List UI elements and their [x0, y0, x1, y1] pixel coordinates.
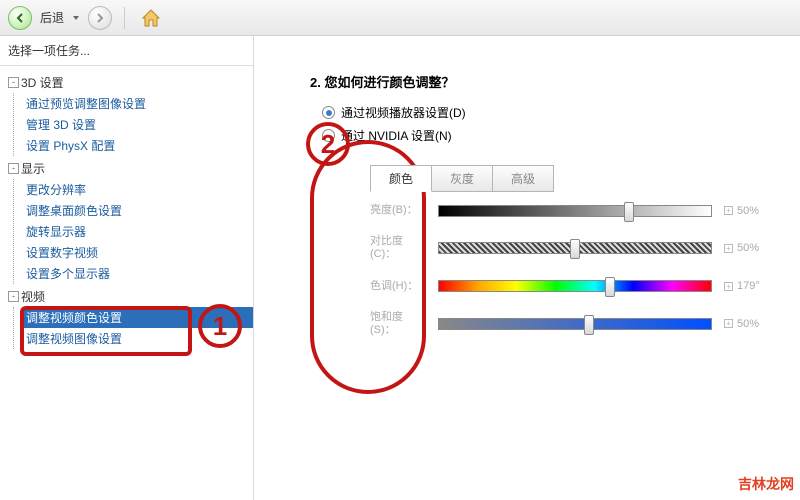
home-button[interactable] — [137, 4, 165, 32]
slider-value: +50% — [724, 205, 780, 217]
tree-group-header[interactable]: -显示 — [4, 158, 253, 179]
tree-item[interactable]: 设置数字视频 — [22, 242, 253, 263]
radio-option[interactable]: 通过 NVIDIA 设置(N) — [310, 124, 780, 147]
dropdown-icon[interactable] — [72, 14, 80, 22]
slider-label: 色调(H)： — [370, 280, 426, 293]
tree-item[interactable]: 通过预览调整图像设置 — [22, 93, 253, 114]
plus-icon: + — [724, 244, 733, 253]
collapse-icon[interactable]: - — [8, 163, 19, 174]
slider-track[interactable] — [438, 205, 712, 217]
radio-label: 通过 NVIDIA 设置(N) — [341, 127, 452, 144]
plus-icon: + — [724, 282, 733, 291]
slider-row: 饱和度(S)： +50% — [370, 311, 780, 337]
slider-label: 对比度(C)： — [370, 235, 426, 261]
radio-label: 通过视频播放器设置(D) — [341, 104, 466, 121]
slider-track[interactable] — [438, 280, 712, 292]
watermark: 吉林龙网 — [738, 474, 794, 494]
slider-track[interactable] — [438, 318, 712, 330]
slider-value: +179° — [724, 280, 780, 292]
slider-thumb[interactable] — [624, 202, 634, 222]
tree-group-label: 视频 — [21, 288, 45, 305]
tree-group-header[interactable]: -视频 — [4, 286, 253, 307]
toolbar: 后退 — [0, 0, 800, 36]
tree-item[interactable]: 管理 3D 设置 — [22, 114, 253, 135]
slider-row: 对比度(C)： +50% — [370, 235, 780, 261]
slider-thumb[interactable] — [570, 239, 580, 259]
plus-icon: + — [724, 206, 733, 215]
back-button[interactable] — [8, 6, 32, 30]
slider-value: +50% — [724, 242, 780, 254]
content-pane: 2. 您如何进行颜色调整？ 通过视频播放器设置(D) 通过 NVIDIA 设置(N… — [254, 36, 800, 500]
tree-item[interactable]: 旋转显示器 — [22, 221, 253, 242]
radio-icon — [322, 106, 335, 119]
tree-group-label: 3D 设置 — [21, 74, 64, 91]
tree-item[interactable]: 调整视频颜色设置 — [22, 307, 253, 328]
collapse-icon[interactable]: - — [8, 291, 19, 302]
radio-icon — [322, 129, 335, 142]
sidebar: 选择一项任务... -3D 设置通过预览调整图像设置管理 3D 设置设置 Phy… — [0, 36, 254, 500]
nav-tree: -3D 设置通过预览调整图像设置管理 3D 设置设置 PhysX 配置-显示更改… — [0, 66, 253, 357]
tree-group-header[interactable]: -3D 设置 — [4, 72, 253, 93]
collapse-icon[interactable]: - — [8, 77, 19, 88]
tabs: 颜色灰度高级 — [370, 165, 780, 192]
tree-group-label: 显示 — [21, 160, 45, 177]
back-label: 后退 — [40, 9, 64, 26]
tree-item[interactable]: 调整桌面颜色设置 — [22, 200, 253, 221]
plus-icon: + — [724, 319, 733, 328]
slider-label: 亮度(B)： — [370, 204, 426, 217]
tree-item[interactable]: 更改分辨率 — [22, 179, 253, 200]
radio-option[interactable]: 通过视频播放器设置(D) — [310, 101, 780, 124]
separator — [124, 7, 125, 29]
tree-item[interactable]: 设置 PhysX 配置 — [22, 135, 253, 156]
tab[interactable]: 颜色 — [370, 165, 432, 192]
tab-panel: 亮度(B)： +50% 对比度(C)： +50% 色调(H)： +179° 饱和度(S)： +… — [370, 204, 780, 337]
slider-value: +50% — [724, 318, 780, 330]
slider-thumb[interactable] — [605, 277, 615, 297]
forward-button — [88, 6, 112, 30]
tree-item[interactable]: 调整视频图像设置 — [22, 328, 253, 349]
task-label: 选择一项任务... — [0, 36, 253, 66]
slider-track[interactable] — [438, 242, 712, 254]
slider-thumb[interactable] — [584, 315, 594, 335]
slider-row: 亮度(B)： +50% — [370, 204, 780, 217]
tree-item[interactable]: 设置多个显示器 — [22, 263, 253, 284]
tab[interactable]: 灰度 — [431, 165, 493, 192]
tab[interactable]: 高级 — [492, 165, 554, 192]
slider-row: 色调(H)： +179° — [370, 280, 780, 293]
slider-label: 饱和度(S)： — [370, 311, 426, 337]
question-heading: 2. 您如何进行颜色调整？ — [310, 72, 780, 91]
